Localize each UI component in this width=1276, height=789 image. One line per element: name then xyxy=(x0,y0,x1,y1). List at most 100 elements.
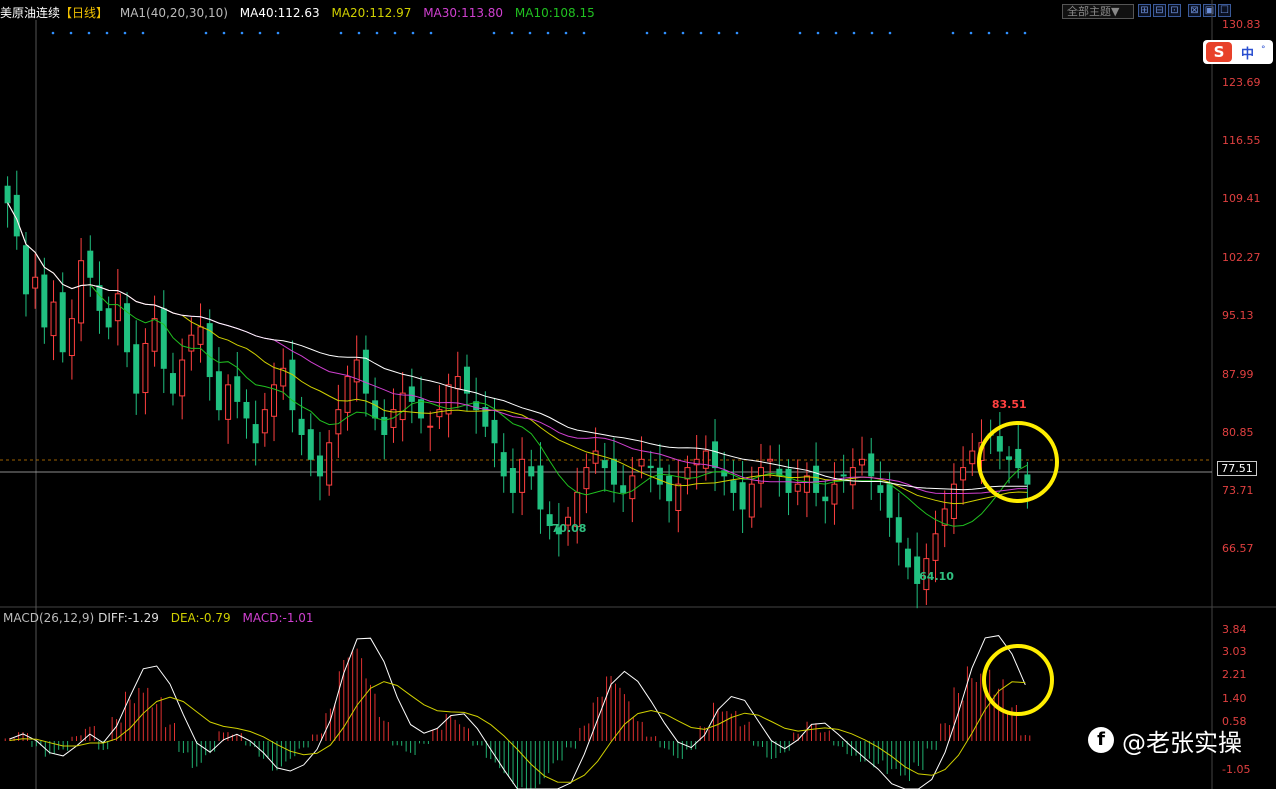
event-marker xyxy=(339,31,343,35)
candle-body xyxy=(859,458,866,466)
candle-body xyxy=(712,441,719,469)
event-marker xyxy=(204,31,208,35)
candle-body xyxy=(528,466,535,477)
candle-body xyxy=(629,475,636,500)
ime-toolbar[interactable]: S 中 ° xyxy=(1203,40,1273,64)
event-marker xyxy=(969,31,973,35)
price-axis-label: 66.57 xyxy=(1222,542,1254,555)
candle-body xyxy=(886,484,893,518)
watermark: f @老张实操 xyxy=(1088,725,1242,757)
candle-body xyxy=(50,301,57,337)
ime-mode-label[interactable]: 中 xyxy=(1241,43,1254,62)
macd-axis-label: 3.03 xyxy=(1222,645,1247,658)
candle-body xyxy=(500,452,507,477)
candle-body xyxy=(1006,456,1013,460)
event-marker xyxy=(222,31,226,35)
candle-body xyxy=(656,467,663,485)
event-marker xyxy=(852,31,856,35)
highlight-circle-macd xyxy=(982,644,1054,716)
event-marker xyxy=(375,31,379,35)
candle-body xyxy=(877,485,884,493)
candle-body xyxy=(225,384,232,420)
event-marker xyxy=(123,31,127,35)
watermark-text: @老张实操 xyxy=(1122,728,1242,757)
price-axis-label: 73.71 xyxy=(1222,484,1254,497)
candle-body xyxy=(298,418,305,435)
event-marker xyxy=(699,31,703,35)
candle-body xyxy=(813,465,820,493)
macd-header: MACD(26,12,9) DIFF:-1.29 DEA:-0.79 MACD:-… xyxy=(3,611,322,625)
candle-body xyxy=(133,344,140,394)
candle-body xyxy=(491,419,498,444)
event-marker xyxy=(411,31,415,35)
ma40-line xyxy=(7,202,1028,491)
event-marker xyxy=(645,31,649,35)
trading-app: 美原油连续【日线】 MA1(40,20,30,10) MA40:112.63 M… xyxy=(0,0,1276,789)
candle-body xyxy=(372,400,379,419)
price-axis-label: 123.69 xyxy=(1222,76,1261,89)
event-marker xyxy=(663,31,667,35)
candle-body xyxy=(307,429,314,460)
price-axis-label: 116.55 xyxy=(1222,134,1261,147)
candle-body xyxy=(22,245,29,295)
candle-body xyxy=(169,373,176,394)
candle-body xyxy=(684,467,691,480)
candle-body xyxy=(666,475,673,502)
candle-body xyxy=(344,376,351,413)
candle-body xyxy=(59,292,66,353)
event-marker xyxy=(735,31,739,35)
candle-body xyxy=(454,376,461,390)
candle-body xyxy=(537,465,544,510)
macd-diff: DIFF:-1.29 xyxy=(98,611,159,625)
candle-body xyxy=(849,467,856,486)
candle-body xyxy=(739,482,746,510)
candlestick-chart[interactable]: 130.83 123.69 116.55 109.41 102.27 95.13 87.99… xyxy=(0,0,1276,789)
macd-title: MACD(26,12,9) xyxy=(3,611,95,625)
candle-body xyxy=(335,409,342,435)
candle-body xyxy=(427,425,434,428)
candle-body xyxy=(197,326,204,345)
candle-body xyxy=(840,474,847,477)
candle-body xyxy=(436,409,443,418)
candle-body xyxy=(785,468,792,493)
macd-axis-label: 1.40 xyxy=(1222,692,1247,705)
event-marker xyxy=(1023,31,1027,35)
event-marker xyxy=(51,31,55,35)
event-marker xyxy=(141,31,145,35)
event-marker xyxy=(510,31,514,35)
candle-body xyxy=(418,399,425,419)
candle-body xyxy=(114,293,121,322)
candle-body xyxy=(68,318,75,357)
candle-body xyxy=(234,376,241,402)
candle-body xyxy=(583,467,590,490)
candle-body xyxy=(647,465,654,469)
candle-body xyxy=(904,548,911,568)
candle-body xyxy=(610,458,617,485)
candle-body xyxy=(408,386,415,402)
candle-body xyxy=(868,453,875,477)
candle-body xyxy=(160,308,167,369)
candle-body xyxy=(215,371,222,411)
macd-dea: DEA:-0.79 xyxy=(170,611,231,625)
event-marker xyxy=(546,31,550,35)
candle-body xyxy=(445,384,452,415)
sogou-logo-icon: S xyxy=(1206,42,1232,62)
candle-body xyxy=(261,409,268,434)
candle-body xyxy=(316,455,323,477)
candle-body xyxy=(1024,474,1031,485)
macd-axis-label: 2.21 xyxy=(1222,668,1247,681)
event-marker xyxy=(276,31,280,35)
low-price-label-1: 70.08 xyxy=(552,522,587,535)
candle-body xyxy=(151,318,158,352)
ime-punct-icon[interactable]: ° xyxy=(1261,45,1266,55)
price-axis-label: 95.13 xyxy=(1222,309,1254,322)
macd-axis-label: -1.05 xyxy=(1222,763,1250,776)
event-marker xyxy=(564,31,568,35)
event-marker xyxy=(429,31,433,35)
candle-body xyxy=(78,260,85,324)
event-marker xyxy=(870,31,874,35)
event-marker xyxy=(258,31,262,35)
candle-body xyxy=(179,359,186,397)
event-marker xyxy=(87,31,91,35)
candle-body xyxy=(592,450,599,464)
